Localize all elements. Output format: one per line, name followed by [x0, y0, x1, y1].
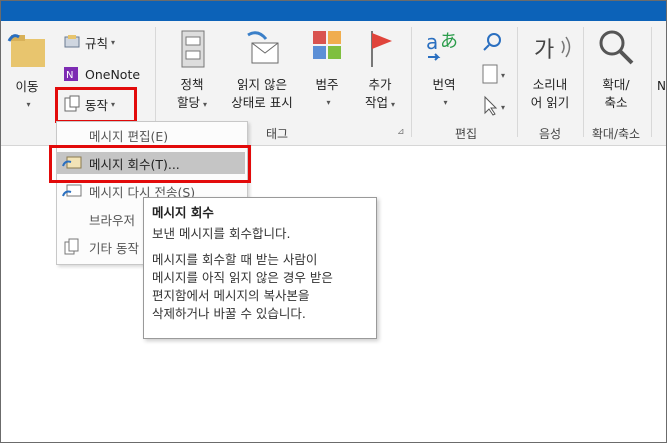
- onenote-button[interactable]: N OneNote: [63, 63, 140, 85]
- rules-button[interactable]: 규칙 ▾: [63, 31, 115, 53]
- separator: [411, 27, 412, 137]
- policy-cabinet-icon: [181, 30, 205, 68]
- zoom-line2: 축소: [604, 95, 628, 110]
- assign-policy-line2: 할당 ▾: [176, 95, 208, 110]
- recall-tooltip: 메시지 회수 보낸 메시지를 회수합니다. 메시지를 회수할 때 받는 사람이 …: [143, 197, 377, 339]
- svg-text:N: N: [66, 70, 73, 81]
- zoom-group-label: 확대/축소: [591, 127, 641, 141]
- title-bar: [1, 1, 666, 21]
- menu-item-label: 메시지 편집(E): [89, 128, 169, 144]
- move-button[interactable]: 이동 ▾: [1, 29, 53, 114]
- menu-item-label: 브라우저: [89, 212, 136, 228]
- svg-text:▾: ▾: [501, 71, 505, 80]
- rules-icon: [64, 35, 80, 48]
- svg-text:▾: ▾: [501, 103, 505, 112]
- dialog-launcher-icon[interactable]: ⊿: [397, 127, 405, 137]
- chevron-down-icon: ▾: [26, 100, 31, 109]
- separator: [517, 27, 518, 137]
- read-aloud-line2: 어 읽기: [530, 95, 570, 110]
- actions-highlight: [55, 87, 137, 123]
- tags-group-label: 태그: [265, 127, 289, 141]
- zoom-button[interactable]: 확대/ 축소: [585, 27, 647, 112]
- read-aloud-line1: 소리내: [532, 77, 568, 92]
- move-label: 이동: [15, 79, 39, 94]
- chevron-down-icon: ▾: [111, 37, 116, 47]
- more-group-label: N: [657, 79, 666, 93]
- read-aloud-button[interactable]: 가 소리내 어 읽기: [521, 27, 579, 112]
- envelope-icon: [247, 31, 279, 64]
- menu-item-edit-message[interactable]: 메시지 편집(E): [57, 124, 245, 146]
- menu-item-label: 기타 동작: [89, 240, 139, 256]
- categorize-button[interactable]: 범주 ▾: [303, 27, 351, 112]
- assign-policy-button[interactable]: 정책 할당 ▾: [163, 27, 221, 114]
- svg-text:あ: あ: [440, 31, 458, 52]
- folder-move-icon: [7, 34, 45, 67]
- other-actions-icon: [64, 238, 79, 255]
- categorize-icon: [313, 31, 341, 59]
- blank-icon: [61, 210, 83, 228]
- translate-label: 번역: [432, 77, 456, 92]
- follow-up-button[interactable]: 추가 작업 ▾: [353, 27, 407, 114]
- recall-highlight: [49, 145, 251, 183]
- separator: [651, 27, 652, 137]
- find-icon[interactable]: [481, 31, 503, 56]
- tooltip-subtitle: 보낸 메시지를 회수합니다.: [152, 226, 291, 241]
- voice-group-label: 음성: [538, 127, 562, 141]
- app-window: 이동 ▾ 규칙 ▾ N OneNote 동작 ▾ 정책 할당 ▾ 읽지 않은 상…: [0, 0, 667, 443]
- zoom-line1: 확대/: [602, 77, 630, 92]
- related-icon[interactable]: ▾: [481, 63, 513, 88]
- tooltip-body: 메시지를 회수할 때 받는 사람이 메시지를 아직 읽지 않은 경우 받은 편지…: [152, 252, 333, 321]
- chevron-down-icon: ▾: [326, 98, 331, 107]
- flag-icon: [371, 31, 392, 67]
- select-icon[interactable]: ▾: [481, 95, 513, 120]
- follow-up-line1: 추가: [368, 77, 392, 92]
- separator: [583, 27, 584, 137]
- edit-group-label: 편집: [454, 127, 478, 141]
- follow-up-line2: 작업 ▾: [364, 95, 396, 110]
- unread-read-line1: 읽지 않은: [237, 77, 287, 92]
- onenote-icon: N: [64, 67, 78, 81]
- svg-text:가: 가: [534, 38, 554, 63]
- svg-text:a: a: [426, 30, 438, 54]
- unread-read-button[interactable]: 읽지 않은 상태로 표시: [223, 27, 301, 112]
- translate-button[interactable]: a あ 번역 ▾: [415, 27, 473, 112]
- categorize-label: 범주: [315, 77, 339, 92]
- tooltip-title: 메시지 회수: [152, 205, 214, 220]
- assign-policy-line1: 정책: [180, 77, 204, 92]
- chevron-down-icon: ▾: [443, 98, 448, 107]
- onenote-label: OneNote: [85, 66, 141, 82]
- rules-label: 규칙: [85, 35, 109, 51]
- read-aloud-icon: 가: [534, 36, 571, 63]
- blank-icon: [61, 126, 83, 144]
- resend-envelope-icon: [62, 184, 82, 197]
- unread-read-line2: 상태로 표시: [231, 95, 293, 110]
- magnifier-icon: [599, 30, 634, 65]
- translate-icon: a あ: [426, 30, 458, 61]
